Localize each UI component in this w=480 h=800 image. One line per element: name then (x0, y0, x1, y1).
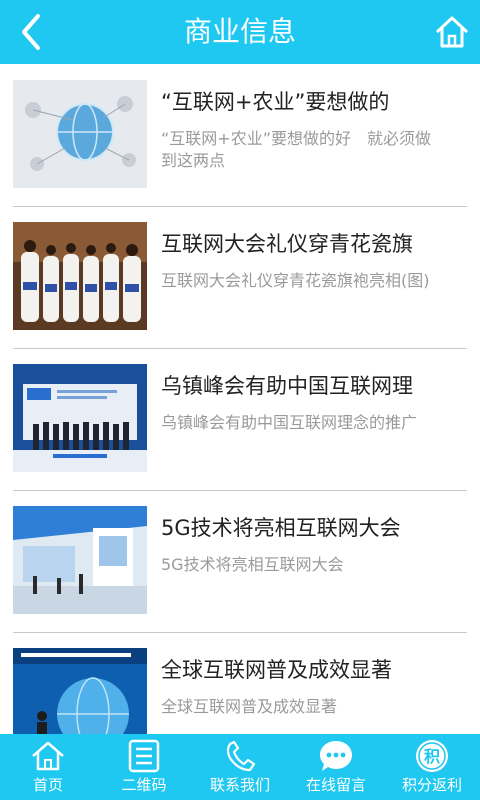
tab-home[interactable]: 首页 (0, 734, 96, 800)
news-item[interactable]: 互联网大会礼仪穿青花瓷旗 互联网大会礼仪穿青花瓷旗袍亮相(图) (13, 206, 467, 349)
tab-label: 积分返利 (401, 776, 462, 794)
tab-qrcode[interactable]: 二维码 (96, 734, 192, 800)
news-thumbnail (13, 222, 147, 330)
home-icon (32, 741, 64, 771)
news-thumbnail (13, 80, 147, 188)
news-title: 互联网大会礼仪穿青花瓷旗 (161, 232, 413, 256)
home-button[interactable] (434, 14, 470, 50)
news-summary: “互联网+农业”要想做的好 就必须做到这两点 (161, 129, 431, 170)
globe-stage-image (13, 648, 147, 734)
tab-message[interactable]: 在线留言 (288, 734, 384, 800)
news-item[interactable]: “互联网+农业”要想做的 “互联网+农业”要想做的好 就必须做到这两点 (13, 64, 467, 207)
news-title: 全球互联网普及成效显著 (161, 658, 392, 682)
qrcode-icon (128, 739, 160, 773)
news-item[interactable]: 全球互联网普及成效显著 全球互联网普及成效显著 (13, 632, 467, 734)
points-icon: 积 (416, 740, 448, 772)
chat-icon (320, 741, 352, 771)
tab-contact[interactable]: 联系我们 (192, 734, 288, 800)
page-title: 商业信息 (183, 15, 296, 48)
tab-label: 在线留言 (305, 776, 366, 794)
news-summary: 乌镇峰会有助中国互联网理念的推广 (161, 413, 418, 432)
news-thumbnail (13, 364, 147, 472)
news-title: 乌镇峰会有助中国互联网理 (161, 374, 413, 398)
svg-text:积: 积 (424, 747, 440, 766)
tab-label: 联系我们 (209, 776, 270, 794)
bottom-tab-bar: 首页 二维码 联系我们 在线留言 积 积分返利 (0, 734, 480, 800)
news-title: 5G技术将亮相互联网大会 (161, 516, 401, 540)
news-title: “互联网+农业”要想做的 (161, 90, 390, 114)
conference-stage-image (13, 364, 147, 472)
news-summary: 全球互联网普及成效显著 (161, 697, 338, 716)
news-item[interactable]: 乌镇峰会有助中国互联网理 乌镇峰会有助中国互联网理念的推广 (13, 348, 467, 491)
exhibition-hall-image (13, 506, 147, 614)
news-thumbnail (13, 506, 147, 614)
tab-points[interactable]: 积 积分返利 (384, 734, 480, 800)
header-bar: 商业信息 (0, 0, 480, 64)
news-summary: 5G技术将亮相互联网大会 (161, 555, 344, 574)
news-list: “互联网+农业”要想做的 “互联网+农业”要想做的好 就必须做到这两点 互联网大… (0, 64, 480, 734)
globe-network-image (13, 80, 147, 188)
tab-label: 二维码 (121, 776, 167, 794)
tab-label: 首页 (32, 776, 63, 794)
news-thumbnail (13, 648, 147, 734)
hostesses-photo-image (13, 222, 147, 330)
phone-icon (226, 740, 256, 772)
news-summary: 互联网大会礼仪穿青花瓷旗袍亮相(图) (161, 271, 430, 290)
news-item[interactable]: 5G技术将亮相互联网大会 5G技术将亮相互联网大会 (13, 490, 467, 633)
home-icon (435, 16, 469, 48)
